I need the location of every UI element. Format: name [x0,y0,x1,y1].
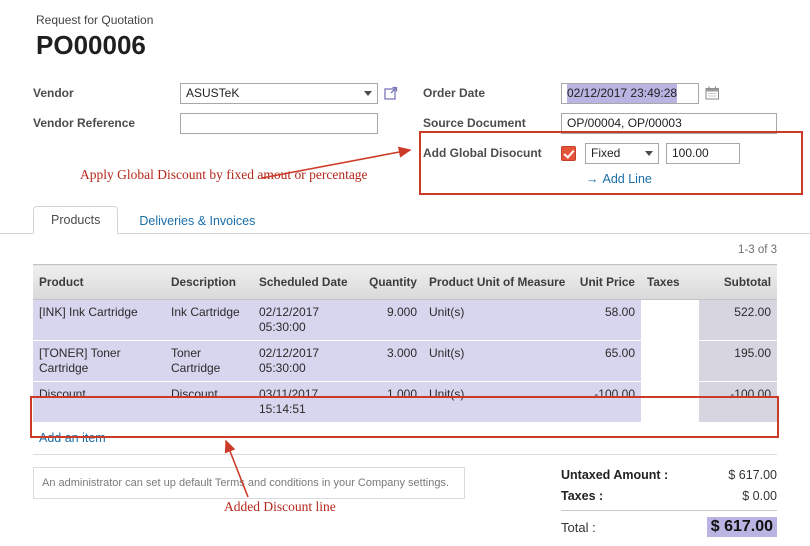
discount-type-select[interactable]: Fixed [585,143,659,164]
calendar-icon[interactable] [705,86,720,100]
external-link-icon[interactable] [384,86,398,100]
pager: 1-3 of 3 [0,244,810,256]
cell-product: Discount [33,382,165,423]
untaxed-amount-label: Untaxed Amount : [561,468,668,482]
order-date-input[interactable]: 02/12/2017 23:49:28 [561,83,699,104]
column-header-quantity[interactable]: Quantity [357,265,423,300]
select-arrow-icon [645,151,653,156]
cell-uom: Unit(s) [423,382,569,423]
form-footer: An administrator can set up default Term… [0,467,810,537]
add-line-label: Add Line [603,172,652,186]
tab-deliveries-invoices[interactable]: Deliveries & Invoices [122,208,272,234]
vendor-select-value: ASUSTeK [186,84,239,103]
source-document-label: Source Document [423,116,561,130]
total-row: Total : $ 617.00 [561,517,777,537]
cell-subtotal: -100.00 [699,382,777,423]
cell-uom: Unit(s) [423,341,569,382]
column-header-scheduled-date[interactable]: Scheduled Date [253,265,357,300]
cell-subtotal: 195.00 [699,341,777,382]
form-left-column: Vendor ASUSTeK Vendor Reference [33,82,423,186]
untaxed-amount-row: Untaxed Amount : $ 617.00 [561,468,777,482]
column-header-taxes[interactable]: Taxes [641,265,699,300]
global-discount-row: Add Global Disocunt Fixed 100.00 [423,142,777,164]
discount-type-value: Fixed [591,144,620,163]
column-header-subtotal[interactable]: Subtotal [699,265,777,300]
column-header-description[interactable]: Description [165,265,253,300]
cell-quantity: 9.000 [357,300,423,341]
cell-description: Discount [165,382,253,423]
taxes-label: Taxes : [561,489,603,503]
rfq-form-page: Request for Quotation PO00006 Vendor ASU… [0,0,810,546]
cell-taxes [641,341,699,382]
column-header-uom[interactable]: Product Unit of Measure [423,265,569,300]
cell-unit-price: 65.00 [569,341,641,382]
cell-uom: Unit(s) [423,300,569,341]
column-header-product[interactable]: Product [33,265,165,300]
vendor-select[interactable]: ASUSTeK [180,83,378,104]
add-an-item-link[interactable]: Add an item [33,423,777,455]
cell-taxes [641,300,699,341]
vendor-reference-label: Vendor Reference [33,116,180,130]
vendor-reference-input[interactable] [180,113,378,134]
order-date-row: Order Date 02/12/2017 23:49:28 [423,82,777,104]
table-row-ink-cartridge[interactable]: [INK] Ink Cartridge Ink Cartridge 02/12/… [33,300,777,341]
form-fields: Vendor ASUSTeK Vendor Reference Order Da… [0,82,810,186]
table-row-toner-cartridge[interactable]: [TONER] Toner Cartridge Toner Cartridge … [33,341,777,382]
cell-quantity: 3.000 [357,341,423,382]
cell-product: [INK] Ink Cartridge [33,300,165,341]
page-header: Request for Quotation PO00006 [0,0,810,61]
add-line-link[interactable]: → Add Line [586,172,777,186]
cell-product: [TONER] Toner Cartridge [33,341,165,382]
cell-scheduled-date: 02/12/2017 05:30:00 [253,341,357,382]
document-type-label: Request for Quotation [36,13,810,27]
cell-description: Toner Cartridge [165,341,253,382]
cell-scheduled-date: 03/11/2017 15:14:51 [253,382,357,423]
cell-subtotal: 522.00 [699,300,777,341]
cell-unit-price: 58.00 [569,300,641,341]
order-lines-table: Product Description Scheduled Date Quant… [33,264,777,423]
discount-amount-input[interactable]: 100.00 [666,143,740,164]
dropdown-arrow-icon [364,91,372,96]
totals-divider [561,510,777,511]
cell-quantity: 1.000 [357,382,423,423]
order-date-value: 02/12/2017 23:49:28 [567,84,677,103]
table-row-discount[interactable]: Discount Discount 03/11/2017 15:14:51 1.… [33,382,777,423]
vendor-label: Vendor [33,86,180,100]
table-header-row: Product Description Scheduled Date Quant… [33,265,777,300]
total-label: Total : [561,520,596,535]
vendor-row: Vendor ASUSTeK [33,82,423,104]
order-date-label: Order Date [423,86,561,100]
cell-unit-price: -100.00 [569,382,641,423]
vendor-reference-row: Vendor Reference [33,112,423,134]
total-value: $ 617.00 [707,517,777,537]
cell-scheduled-date: 02/12/2017 05:30:00 [253,300,357,341]
column-header-unit-price[interactable]: Unit Price [569,265,641,300]
taxes-value: $ 0.00 [742,489,777,503]
untaxed-amount-value: $ 617.00 [728,468,777,482]
notebook-tabs: Products Deliveries & Invoices [0,205,810,234]
cell-description: Ink Cartridge [165,300,253,341]
source-document-input[interactable]: OP/00004, OP/00003 [561,113,777,134]
terms-note: An administrator can set up default Term… [33,467,465,499]
global-discount-checkbox[interactable] [561,146,576,161]
totals-panel: Untaxed Amount : $ 617.00 Taxes : $ 0.00… [561,467,777,537]
taxes-row: Taxes : $ 0.00 [561,489,777,503]
form-right-column: Order Date 02/12/2017 23:49:28 Source Do… [423,82,777,186]
source-document-row: Source Document OP/00004, OP/00003 [423,112,777,134]
add-line-arrow-icon: → [586,172,599,186]
cell-taxes [641,382,699,423]
tab-products[interactable]: Products [33,206,118,234]
page-title: PO00006 [36,30,810,61]
global-discount-label: Add Global Disocunt [423,146,561,160]
